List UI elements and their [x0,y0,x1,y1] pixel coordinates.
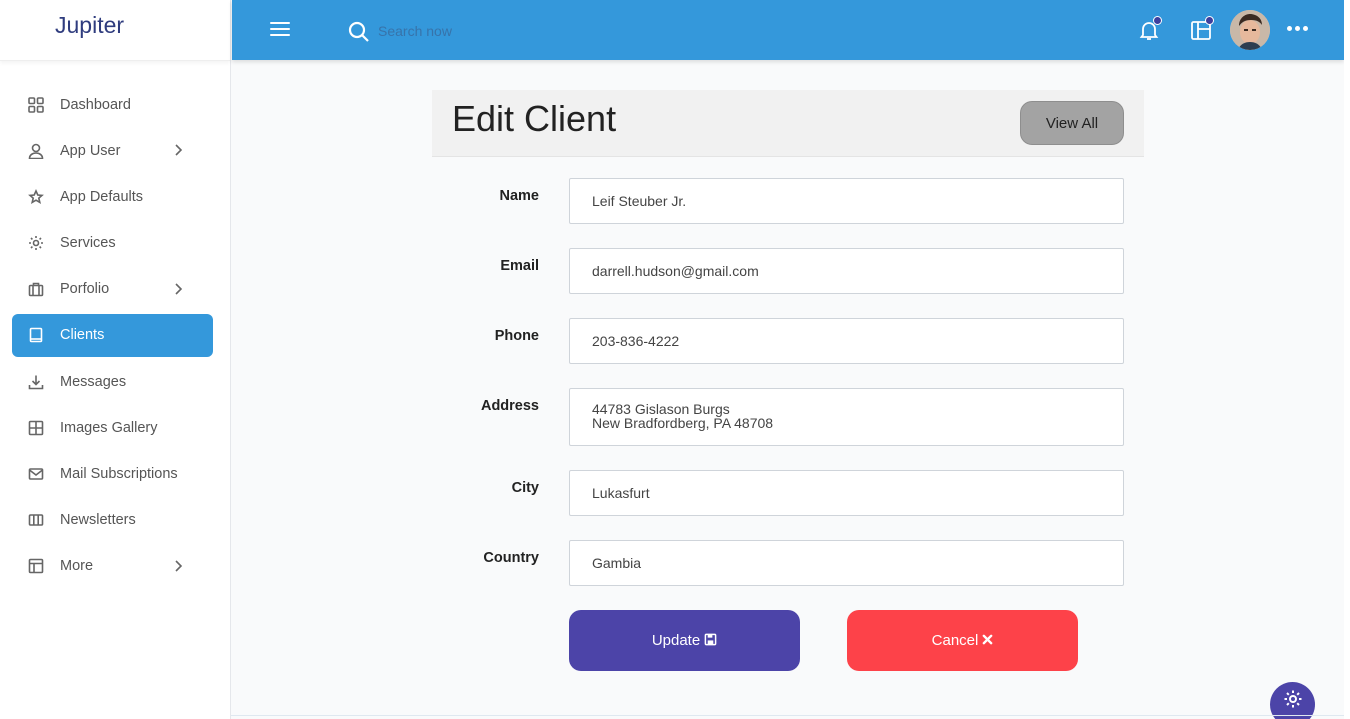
search-icon[interactable] [348,21,370,43]
widgets-icon[interactable] [1189,16,1214,42]
sidebar-item-label: Images Gallery [60,419,158,436]
email-field[interactable] [569,248,1124,294]
sidebar-item-label: App Defaults [60,188,144,205]
save-icon [704,633,717,649]
notification-dot [1153,16,1162,25]
search-input[interactable] [378,18,678,44]
update-button[interactable]: Update [569,610,800,671]
country-label: Country [483,550,539,566]
chevron-right-icon [171,143,185,157]
phone-field[interactable] [569,318,1124,364]
sidebar-item-app-user[interactable]: App User [12,129,213,172]
phone-label: Phone [494,328,539,344]
close-icon [982,633,993,648]
avatar[interactable] [1230,10,1270,50]
menu-icon[interactable] [270,22,290,38]
sidebar-item-services[interactable]: Services [12,222,213,265]
sidebar-item-label: Mail Subscriptions [60,466,178,482]
page-header: Edit Client View All [432,90,1144,157]
notification-dot [1205,16,1214,25]
sidebar-item-messages[interactable]: Messages [12,360,213,403]
page-title: Edit Client [452,98,617,139]
star-icon [28,188,44,205]
email-label: Email [500,258,539,274]
brand-logo[interactable]: Jupiter [0,0,230,61]
sidebar-item-more[interactable]: More [12,545,213,588]
layout-icon [28,558,44,574]
more-icon[interactable] [1287,18,1311,38]
sidebar: Jupiter Dashboard App User App Defaults … [0,0,231,719]
user-icon [28,143,44,159]
sidebar-item-label: Newsletters [60,512,136,529]
grid-icon [28,420,44,436]
sidebar-item-label: More [60,558,94,575]
address-field[interactable] [569,388,1124,446]
sidebar-item-mail-subscriptions[interactable]: Mail Subscriptions [12,453,213,496]
cancel-button-label: Cancel [931,632,979,649]
sidebar-item-newsletters[interactable]: Newsletters [12,499,213,542]
view-all-button[interactable]: View All [1020,101,1124,145]
brand-name: Jupiter [55,11,125,38]
name-label: Name [499,188,540,204]
topbar [232,0,1344,60]
bell-icon[interactable] [1137,16,1162,42]
sidebar-item-label: Messages [60,373,127,390]
footer-divider [231,715,1344,716]
dashboard-icon [28,96,44,113]
country-field[interactable] [569,540,1124,586]
address-label: Address [480,398,539,414]
sidebar-item-porfolio[interactable]: Porfolio [12,268,213,311]
gear-icon [28,235,44,251]
name-field[interactable] [569,178,1124,224]
sidebar-nav: Dashboard App User App Defaults Services… [12,83,213,591]
city-label: City [511,480,539,496]
sidebar-item-label: Services [60,235,116,252]
chevron-right-icon [171,282,185,296]
sidebar-item-label: Dashboard [60,96,131,113]
mail-icon [28,466,44,482]
sidebar-item-clients[interactable]: Clients [12,313,213,357]
sidebar-item-label: Porfolio [60,281,110,298]
columns-icon [28,512,44,528]
sidebar-item-label: Clients [60,327,105,344]
download-icon [28,374,44,390]
sidebar-item-label: App User [60,142,121,159]
settings-fab[interactable] [1270,682,1315,719]
scrollbar[interactable] [1344,0,1350,719]
sidebar-item-dashboard[interactable]: Dashboard [12,83,213,126]
update-button-label: Update [651,632,701,649]
city-field[interactable] [569,470,1124,516]
briefcase-icon [28,281,44,297]
cancel-button[interactable]: Cancel [847,610,1078,671]
sidebar-item-app-defaults[interactable]: App Defaults [12,175,213,218]
book-icon [28,327,44,343]
chevron-right-icon [171,559,185,573]
sidebar-item-images-gallery[interactable]: Images Gallery [12,406,213,449]
gear-icon [1283,690,1303,714]
